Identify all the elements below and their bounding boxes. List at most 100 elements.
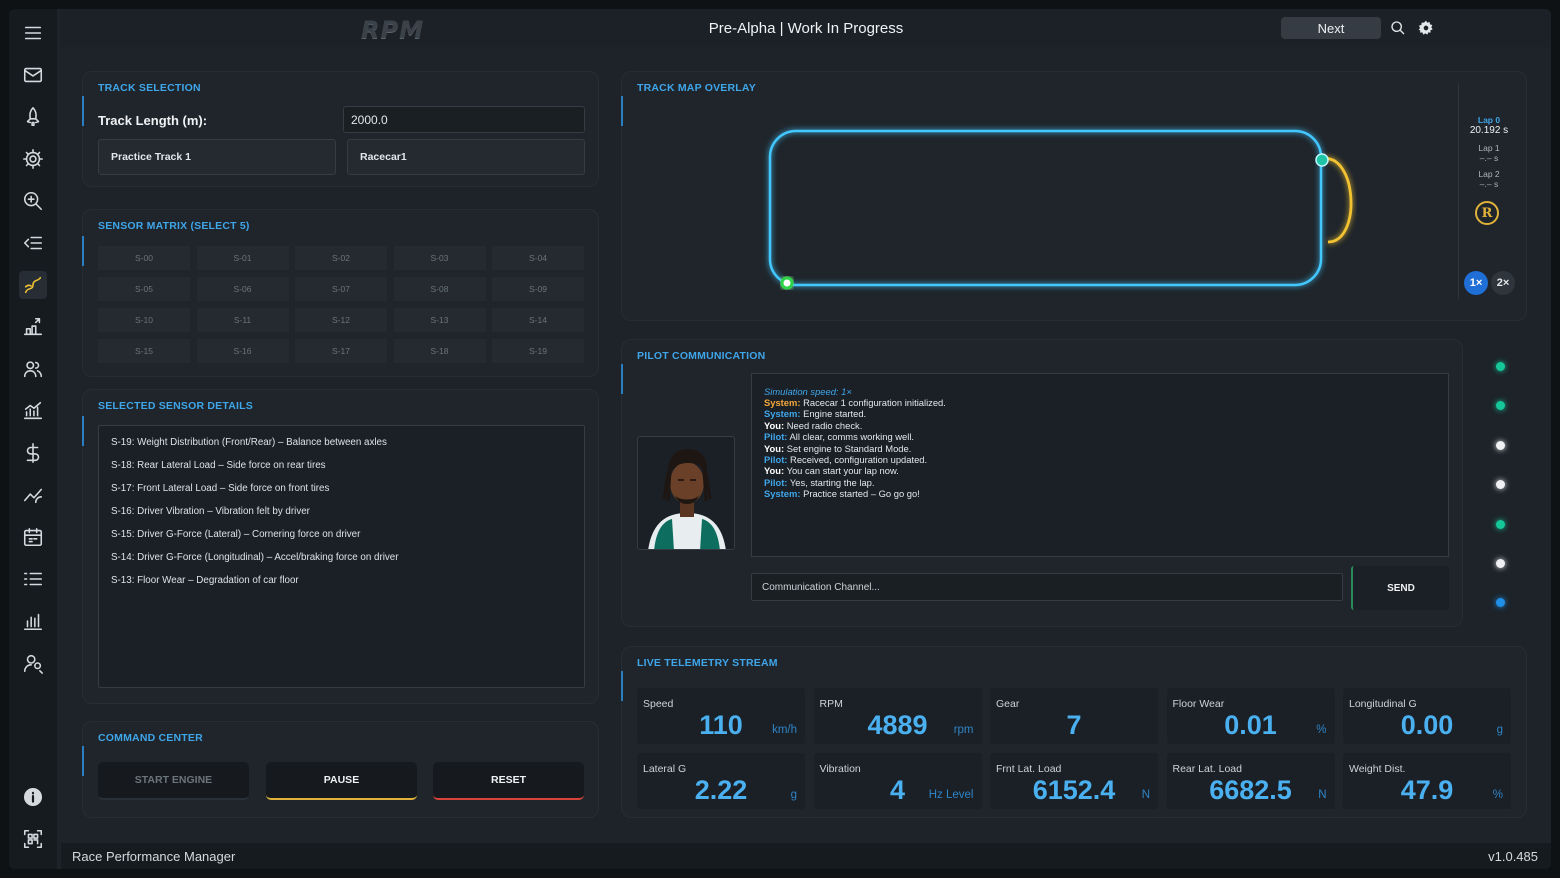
rocket-icon[interactable] — [19, 103, 47, 131]
status-dot — [1496, 362, 1505, 371]
accent-bar — [621, 364, 623, 394]
info-icon[interactable] — [19, 783, 47, 811]
route-icon[interactable] — [19, 271, 47, 299]
sensor-tile[interactable]: S-10 — [98, 308, 190, 332]
telemetry-value: 7 — [1066, 710, 1082, 740]
telemetry-tile: Floor Wear 0.01% — [1166, 688, 1335, 744]
sensor-tile[interactable]: S-16 — [196, 339, 289, 363]
chat-text: Practice started – Go go go! — [800, 488, 920, 500]
communication-input[interactable]: Communication Channel... — [751, 573, 1343, 601]
next-button[interactable]: Next — [1281, 17, 1381, 39]
sensor-tile[interactable]: S-02 — [295, 246, 387, 270]
lap-0: Lap 0 20.192 s — [1460, 115, 1518, 136]
sidebar — [9, 9, 57, 869]
app-name: Race Performance Manager — [72, 849, 236, 864]
sensor-tile[interactable]: S-15 — [98, 339, 190, 363]
checklist-icon[interactable] — [19, 565, 47, 593]
list-item: S-13: Floor Wear – Degradation of car fl… — [111, 575, 299, 586]
accent-bar — [621, 671, 623, 701]
telemetry-label: Rear Lat. Load — [1172, 763, 1242, 775]
collapse-list-icon[interactable] — [19, 229, 47, 257]
gear-icon[interactable] — [19, 145, 47, 173]
chat-speaker: System: — [764, 408, 801, 420]
track-map-card: TRACK MAP OVERLAY Lap 0 20.192 s Lap 1 –… — [621, 71, 1527, 321]
chat-message: You: Set engine to Standard Mode. — [764, 443, 911, 454]
scan-icon[interactable] — [19, 825, 47, 853]
telemetry-label: RPM — [819, 698, 843, 710]
chat-speaker: You: — [764, 465, 785, 477]
chat-log: Simulation speed: 1× System: Racecar 1 c… — [751, 373, 1449, 557]
sensor-tile[interactable]: S-11 — [196, 308, 289, 332]
chat-speed-note: Simulation speed: 1× — [764, 386, 852, 397]
telemetry-unit: km/h — [772, 724, 797, 736]
calendar-icon[interactable] — [19, 523, 47, 551]
telemetry-tile: Weight Dist. 47.9% — [1343, 753, 1511, 809]
user-search-icon[interactable] — [19, 649, 47, 677]
track-outline — [768, 129, 1323, 287]
telemetry-tile: Longitudinal G 0.00 g — [1343, 688, 1511, 744]
chat-text: Need radio check. — [784, 419, 863, 431]
dollar-icon[interactable] — [19, 439, 47, 467]
mail-icon[interactable] — [19, 61, 47, 89]
top-bar: RPM Pre-Alpha | Work In Progress Next — [61, 9, 1551, 47]
speed-1x-button[interactable]: 1× — [1464, 271, 1488, 295]
sensor-tile[interactable]: S-09 — [492, 277, 584, 301]
track-map — [768, 129, 1353, 290]
command-center-card: COMMAND CENTER START ENGINE PAUSE RESET — [82, 721, 599, 818]
settings-icon[interactable] — [1418, 20, 1434, 36]
sensor-tile[interactable]: S-14 — [492, 308, 584, 332]
car-select-dropdown[interactable]: Racecar1 — [347, 139, 585, 175]
telemetry-label: Weight Dist. — [1349, 763, 1406, 775]
status-dot — [1496, 480, 1505, 490]
sensor-tile[interactable]: S-03 — [393, 246, 486, 270]
sensor-tile[interactable]: S-04 — [492, 246, 584, 270]
start-engine-button[interactable]: START ENGINE — [98, 762, 249, 800]
pilot-comm-card: PILOT COMMUNICATION Simulation speed: 1×… — [621, 339, 1463, 627]
track-length-input[interactable]: 2000.0 — [343, 106, 585, 133]
speed-2x-button[interactable]: 2× — [1491, 271, 1515, 295]
replay-badge[interactable]: R — [1475, 201, 1499, 225]
sensor-tile[interactable]: S-06 — [196, 277, 289, 301]
sensor-tile[interactable]: S-01 — [196, 246, 289, 270]
zoom-search-icon[interactable] — [19, 187, 47, 215]
pilot-avatar — [637, 436, 735, 550]
telemetry-value: 0.00 — [1400, 710, 1454, 740]
chat-message: You: You can start your lap now. — [764, 465, 899, 476]
sensor-tile[interactable]: S-00 — [98, 246, 190, 270]
lap-label: Lap 0 — [1477, 115, 1501, 125]
chat-text: Racecar 1 configuration initialized. — [800, 397, 946, 408]
pause-button[interactable]: PAUSE — [266, 762, 417, 800]
trend-icon[interactable] — [19, 481, 47, 509]
card-title: COMMAND CENTER — [98, 732, 203, 744]
growth-icon[interactable] — [19, 313, 47, 341]
sensor-tile[interactable]: S-12 — [295, 308, 387, 332]
sensor-tile[interactable]: S-07 — [295, 277, 387, 301]
list-item: S-15: Driver G-Force (Lateral) – Corneri… — [111, 529, 361, 540]
send-button[interactable]: SEND — [1351, 566, 1449, 610]
sensor-tile[interactable]: S-19 — [492, 339, 584, 363]
lap-label: Lap 1 — [1478, 143, 1500, 153]
team-icon[interactable] — [19, 355, 47, 383]
lap-time: –.– s — [1479, 153, 1499, 163]
sensor-tile[interactable]: S-13 — [393, 308, 486, 332]
telemetry-tile: Gear 7 — [990, 688, 1158, 744]
card-title: TRACK SELECTION — [98, 82, 201, 94]
chat-text: Engine started. — [800, 408, 867, 420]
bar-chart-icon[interactable] — [19, 607, 47, 635]
sensor-tile[interactable]: S-05 — [98, 277, 190, 301]
sensor-tile[interactable]: S-08 — [393, 277, 486, 301]
search-icon[interactable] — [1390, 20, 1406, 36]
telemetry-unit: g — [790, 789, 797, 801]
menu-icon[interactable] — [19, 19, 47, 47]
track-select-dropdown[interactable]: Practice Track 1 — [98, 139, 336, 175]
list-item: S-19: Weight Distribution (Front/Rear) –… — [111, 437, 387, 448]
status-dot — [1496, 401, 1505, 411]
analytics-icon[interactable] — [19, 397, 47, 425]
sensor-tile[interactable]: S-18 — [393, 339, 486, 363]
list-item: S-14: Driver G-Force (Longitudinal) – Ac… — [111, 552, 399, 563]
sensor-matrix-card: SENSOR MATRIX (SELECT 5) S-00 S-01 S-02 S-0… — [82, 209, 599, 377]
chat-text: Received, configuration updated. — [787, 454, 928, 465]
status-dot — [1496, 559, 1505, 568]
sensor-tile[interactable]: S-17 — [295, 339, 387, 363]
reset-button[interactable]: RESET — [433, 762, 584, 800]
